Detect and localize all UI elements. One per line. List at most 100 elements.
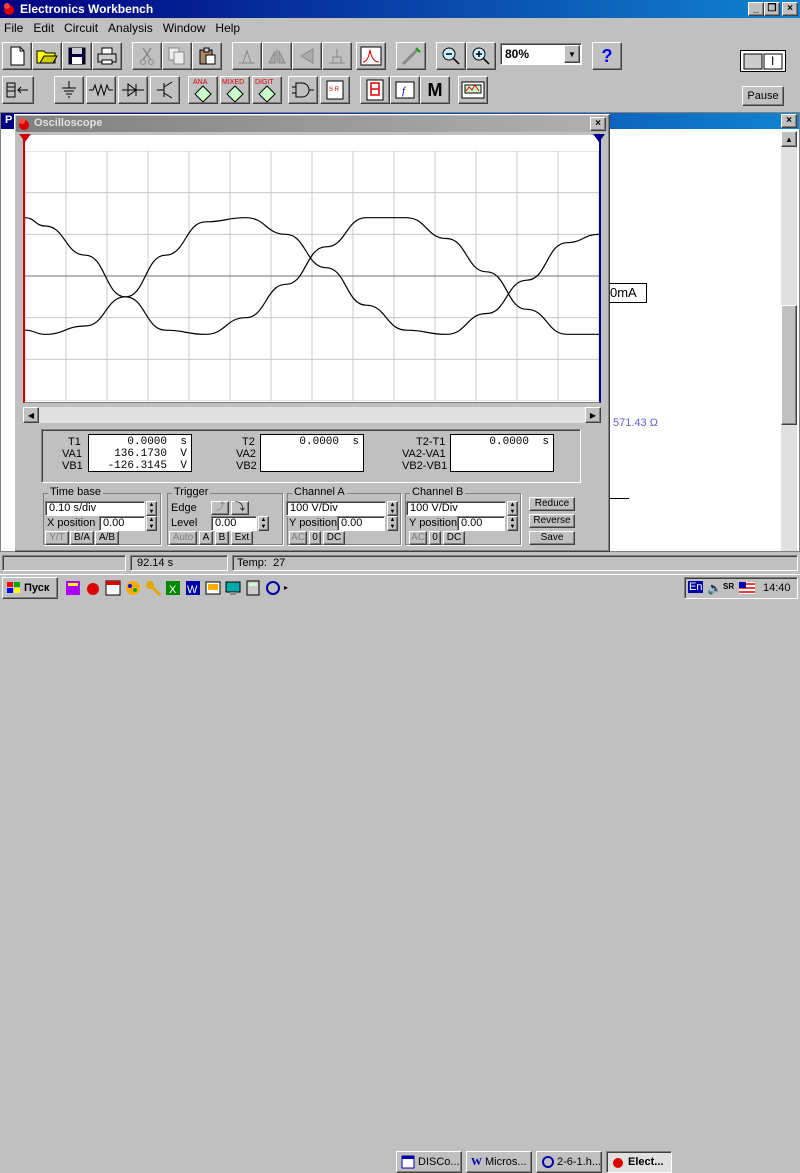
task-html[interactable]: 2-6-1.h... — [536, 1151, 602, 1173]
paint-icon[interactable] — [124, 579, 142, 597]
parts-miscellaneous[interactable]: M — [420, 76, 450, 104]
spin-down-icon[interactable]: ▼ — [508, 524, 517, 531]
spin-down-icon[interactable]: ▼ — [259, 524, 268, 531]
circuit-close-button[interactable]: × — [781, 114, 797, 128]
channel-b-scale-spinner[interactable]: ▲ ▼ — [507, 501, 518, 516]
cut-button[interactable] — [132, 42, 162, 70]
scroll-up-arrow[interactable]: ▲ — [781, 131, 797, 147]
scope-hscrollbar[interactable]: ◀ ▶ — [23, 407, 601, 423]
ewb-icon[interactable] — [84, 579, 102, 597]
desktop-icon[interactable] — [224, 579, 242, 597]
parts-mixed-ics[interactable]: MIXED — [220, 76, 250, 104]
xpos-field[interactable]: 0.00 — [99, 516, 145, 531]
ab-button[interactable]: A/B — [95, 531, 119, 545]
rotate-button[interactable] — [232, 42, 262, 70]
spin-up-icon[interactable]: ▲ — [508, 517, 517, 524]
power-switch[interactable]: I — [740, 50, 786, 72]
channel-a-scale-spinner[interactable]: ▲ ▼ — [387, 501, 398, 516]
paste-button[interactable] — [192, 42, 222, 70]
tray-app-icon[interactable]: SR — [723, 582, 734, 591]
scope-save-button[interactable]: Save — [529, 531, 575, 545]
start-button[interactable]: Пуск — [2, 577, 58, 599]
menu-circuit[interactable]: Circuit — [64, 21, 98, 35]
zoom-out-button[interactable] — [436, 42, 466, 70]
trigger-ext-button[interactable]: Ext — [231, 531, 253, 545]
channel-b-ypos-field[interactable]: 0.00 — [457, 516, 505, 531]
open-button[interactable] — [32, 42, 62, 70]
parts-transistors[interactable] — [150, 76, 180, 104]
reduce-button[interactable]: Reduce — [529, 497, 575, 511]
copy-button[interactable] — [162, 42, 192, 70]
channel-a-ac-button[interactable]: AC — [289, 531, 307, 545]
task-disco[interactable]: DISCo... — [396, 1151, 462, 1173]
xpos-spinner[interactable]: ▲ ▼ — [146, 516, 157, 531]
spin-down-icon[interactable]: ▼ — [147, 509, 156, 516]
create-subcircuit-button[interactable] — [356, 42, 386, 70]
spin-up-icon[interactable]: ▲ — [147, 502, 156, 509]
spin-up-icon[interactable]: ▲ — [388, 517, 397, 524]
spin-up-icon[interactable]: ▲ — [259, 517, 268, 524]
flag-icon[interactable] — [739, 582, 755, 594]
parts-analog-ics[interactable]: ANA — [188, 76, 218, 104]
menu-analysis[interactable]: Analysis — [108, 21, 153, 35]
menu-window[interactable]: Window — [163, 21, 206, 35]
channel-a-scale-field[interactable]: 100 V/Div — [286, 501, 386, 516]
channel-b-zero-button[interactable]: 0 — [429, 531, 441, 545]
circuit-vscrollbar[interactable]: ▲ — [781, 131, 797, 551]
scroll-right-arrow[interactable]: ▶ — [585, 407, 601, 423]
speaker-icon[interactable]: 🔈 — [707, 581, 722, 595]
chevron-down-icon[interactable]: ▼ — [564, 45, 580, 63]
channel-a-ypos-spinner[interactable]: ▲ ▼ — [387, 516, 398, 531]
menu-edit[interactable]: Edit — [33, 21, 54, 35]
spin-down-icon[interactable]: ▼ — [388, 509, 397, 516]
channel-b-ac-button[interactable]: AC — [409, 531, 427, 545]
trigger-a-button[interactable]: A — [199, 531, 213, 545]
cursor-2-marker[interactable] — [593, 133, 605, 142]
print-button[interactable] — [92, 42, 122, 70]
timebase-field[interactable]: 0.10 s/div — [45, 501, 145, 516]
channel-a-ypos-field[interactable]: 0.00 — [337, 516, 385, 531]
channel-b-dc-button[interactable]: DC — [443, 531, 465, 545]
calendar-icon[interactable] — [104, 579, 122, 597]
spin-up-icon[interactable]: ▲ — [388, 502, 397, 509]
calculator-icon[interactable] — [244, 579, 262, 597]
scroll-left-arrow[interactable]: ◀ — [23, 407, 39, 423]
task-electronics[interactable]: Elect... — [606, 1151, 672, 1173]
falling-edge-icon[interactable]: ⤵ — [231, 501, 249, 515]
oscilloscope-close-button[interactable]: × — [590, 117, 606, 131]
parts-basic[interactable] — [86, 76, 116, 104]
trigger-auto-button[interactable]: Auto — [169, 531, 197, 545]
presentation-icon[interactable] — [204, 579, 222, 597]
parts-diodes[interactable] — [118, 76, 148, 104]
yt-button[interactable]: Y/T — [45, 531, 69, 545]
menu-help[interactable]: Help — [215, 21, 240, 35]
parts-digital[interactable]: S R — [320, 76, 350, 104]
minimize-button[interactable]: _ — [748, 2, 764, 16]
zoom-in-button[interactable] — [466, 42, 496, 70]
spin-up-icon[interactable]: ▲ — [508, 502, 517, 509]
new-button[interactable] — [2, 42, 32, 70]
parts-indicators[interactable] — [360, 76, 390, 104]
channel-a-dc-button[interactable]: DC — [323, 531, 345, 545]
save-button[interactable] — [62, 42, 92, 70]
maximize-button[interactable]: ❐ — [764, 2, 780, 16]
analysis-graphs-button[interactable] — [396, 42, 426, 70]
level-field[interactable]: 0.00 — [211, 516, 257, 531]
parts-digital-ics[interactable]: DIGIT — [252, 76, 282, 104]
spin-down-icon[interactable]: ▼ — [147, 524, 156, 531]
parts-instruments[interactable] — [458, 76, 488, 104]
browser-icon[interactable] — [264, 579, 282, 597]
reverse-button[interactable]: Reverse — [529, 514, 575, 528]
component-properties-button[interactable] — [322, 42, 352, 70]
timebase-spinner[interactable]: ▲ ▼ — [146, 501, 157, 516]
office-icon[interactable] — [64, 579, 82, 597]
pause-button[interactable]: Pause — [742, 86, 784, 106]
parts-controls[interactable]: f — [390, 76, 420, 104]
key-icon[interactable] — [144, 579, 162, 597]
parts-sources[interactable] — [54, 76, 84, 104]
task-microsoft[interactable]: W Micros... — [466, 1151, 532, 1173]
cursor-1-marker[interactable] — [19, 133, 31, 142]
spin-down-icon[interactable]: ▼ — [508, 509, 517, 516]
trigger-b-button[interactable]: B — [215, 531, 229, 545]
excel-icon[interactable]: X — [164, 579, 182, 597]
